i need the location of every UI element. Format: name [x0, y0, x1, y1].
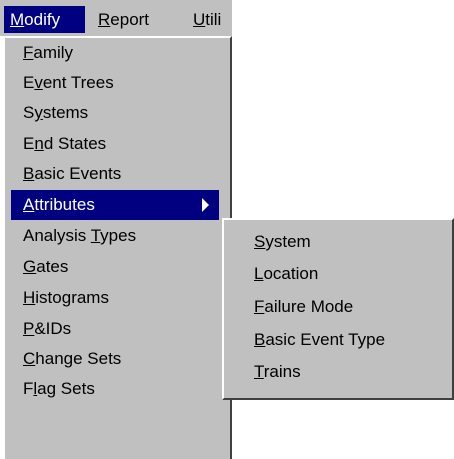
menu-item-analysis-types[interactable]: Analysis Types [11, 221, 219, 251]
menu-modify-post: odify [24, 10, 61, 29]
menu-item-label-key: A [23, 195, 35, 214]
menu-item-systems[interactable]: Systems [11, 98, 219, 128]
menu-item-label-post: d States [43, 134, 107, 153]
menu-item-label-post: ent Trees [42, 73, 114, 92]
menu-item-label-key: y [34, 103, 43, 122]
menu-report-key: R [98, 10, 111, 29]
menu-item-label-key: B [23, 164, 35, 183]
menu-item-histograms[interactable]: Histograms [11, 283, 219, 313]
submenu-item-label-post: ystem [265, 232, 311, 251]
menu-item-label-post: ypes [100, 226, 137, 245]
menu-item-label-key: G [23, 257, 37, 276]
submenu-item-label-key: T [254, 362, 264, 381]
attributes-submenu: System Location Failure Mode Basic Event… [222, 218, 454, 400]
menu-item-label-pre: F [23, 379, 34, 398]
submenu-item-label-post: asic Event Type [265, 330, 386, 349]
menu-item-label-key: H [23, 288, 36, 307]
menu-item-pids[interactable]: P&IDs [11, 314, 219, 344]
menu-item-label-key: F [23, 43, 34, 62]
menu-item-label-pre: Analysis [23, 226, 91, 245]
menu-item-label-key: v [34, 73, 43, 92]
submenu-item-label-post: rains [263, 362, 301, 381]
menu-item-label-post: hange Sets [35, 349, 122, 368]
menu-item-event-trees[interactable]: Event Trees [11, 68, 219, 98]
menu-item-label-pre: S [23, 103, 35, 122]
menu-item-family[interactable]: Family [11, 38, 219, 68]
menu-item-label-pre: E [23, 134, 35, 153]
submenu-item-label-key: F [254, 297, 265, 316]
submenu-item-basic-event-type[interactable]: Basic Event Type [254, 324, 385, 356]
menu-report[interactable]: Report [92, 6, 155, 33]
menu-modify[interactable]: Modify [4, 6, 85, 33]
menu-item-label-key: T [90, 226, 101, 245]
submenu-item-location[interactable]: Location [254, 258, 318, 290]
menu-item-label-post: amily [33, 43, 74, 62]
menu-report-post: eport [110, 10, 150, 29]
submenu-item-label-post: ailure Mode [264, 297, 354, 316]
menu-item-label-post: ttributes [34, 195, 95, 214]
menu-item-label-pre: E [23, 73, 35, 92]
submenu-item-trains[interactable]: Trains [254, 356, 301, 388]
submenu-arrow-icon [202, 198, 209, 212]
menu-utilities-key: U [193, 10, 206, 29]
menu-item-end-states[interactable]: End States [11, 129, 219, 159]
menu-bar: Modify Report Utili [0, 0, 232, 36]
menu-item-label-post: ates [36, 257, 69, 276]
menu-item-label-post: ag Sets [37, 379, 95, 398]
menu-item-label-key: n [34, 134, 44, 153]
menu-item-gates[interactable]: Gates [11, 252, 219, 282]
menu-item-flag-sets[interactable]: Flag Sets [11, 374, 219, 404]
menu-item-label-key: C [23, 349, 36, 368]
menu-item-label-key: P [23, 319, 35, 338]
menu-item-label-post: &IDs [34, 319, 72, 338]
submenu-item-label-key: B [254, 330, 266, 349]
modify-dropdown: Family Event Trees Systems End States Ba… [3, 36, 232, 459]
menu-utilities-post: tili [205, 10, 222, 29]
menu-item-change-sets[interactable]: Change Sets [11, 344, 219, 374]
submenu-item-failure-mode[interactable]: Failure Mode [254, 291, 353, 323]
menu-item-label-post: asic Events [34, 164, 122, 183]
menu-modify-key: M [10, 10, 25, 29]
submenu-item-label-key: S [254, 232, 266, 251]
menu-utilities[interactable]: Utili [187, 6, 232, 33]
menu-item-label-post: stems [42, 103, 89, 122]
menu-item-label-post: istograms [35, 288, 109, 307]
menu-item-attributes[interactable]: Attributes [11, 190, 219, 220]
submenu-item-system[interactable]: System [254, 226, 311, 258]
submenu-item-label-post: ocation [263, 264, 319, 283]
menu-item-basic-events[interactable]: Basic Events [11, 159, 219, 189]
